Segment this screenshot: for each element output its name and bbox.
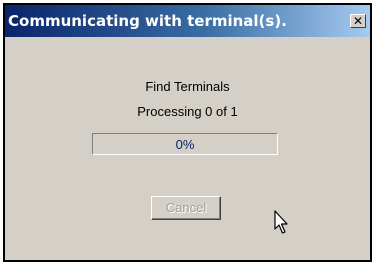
mouse-pointer-icon: [274, 210, 288, 234]
dialog-window: Communicating with terminal(s). ✕ Find T…: [3, 3, 372, 262]
cancel-button[interactable]: Cancel: [151, 196, 221, 220]
close-button[interactable]: ✕: [350, 14, 366, 28]
progress-label: 0%: [175, 137, 195, 152]
status-text: Processing 0 of 1: [137, 104, 238, 119]
operation-title: Find Terminals: [145, 79, 230, 94]
title-bar[interactable]: Communicating with terminal(s). ✕: [5, 5, 370, 37]
window-title: Communicating with terminal(s).: [8, 12, 287, 30]
progress-bar: 0%: [92, 133, 278, 155]
close-icon: ✕: [352, 14, 364, 28]
